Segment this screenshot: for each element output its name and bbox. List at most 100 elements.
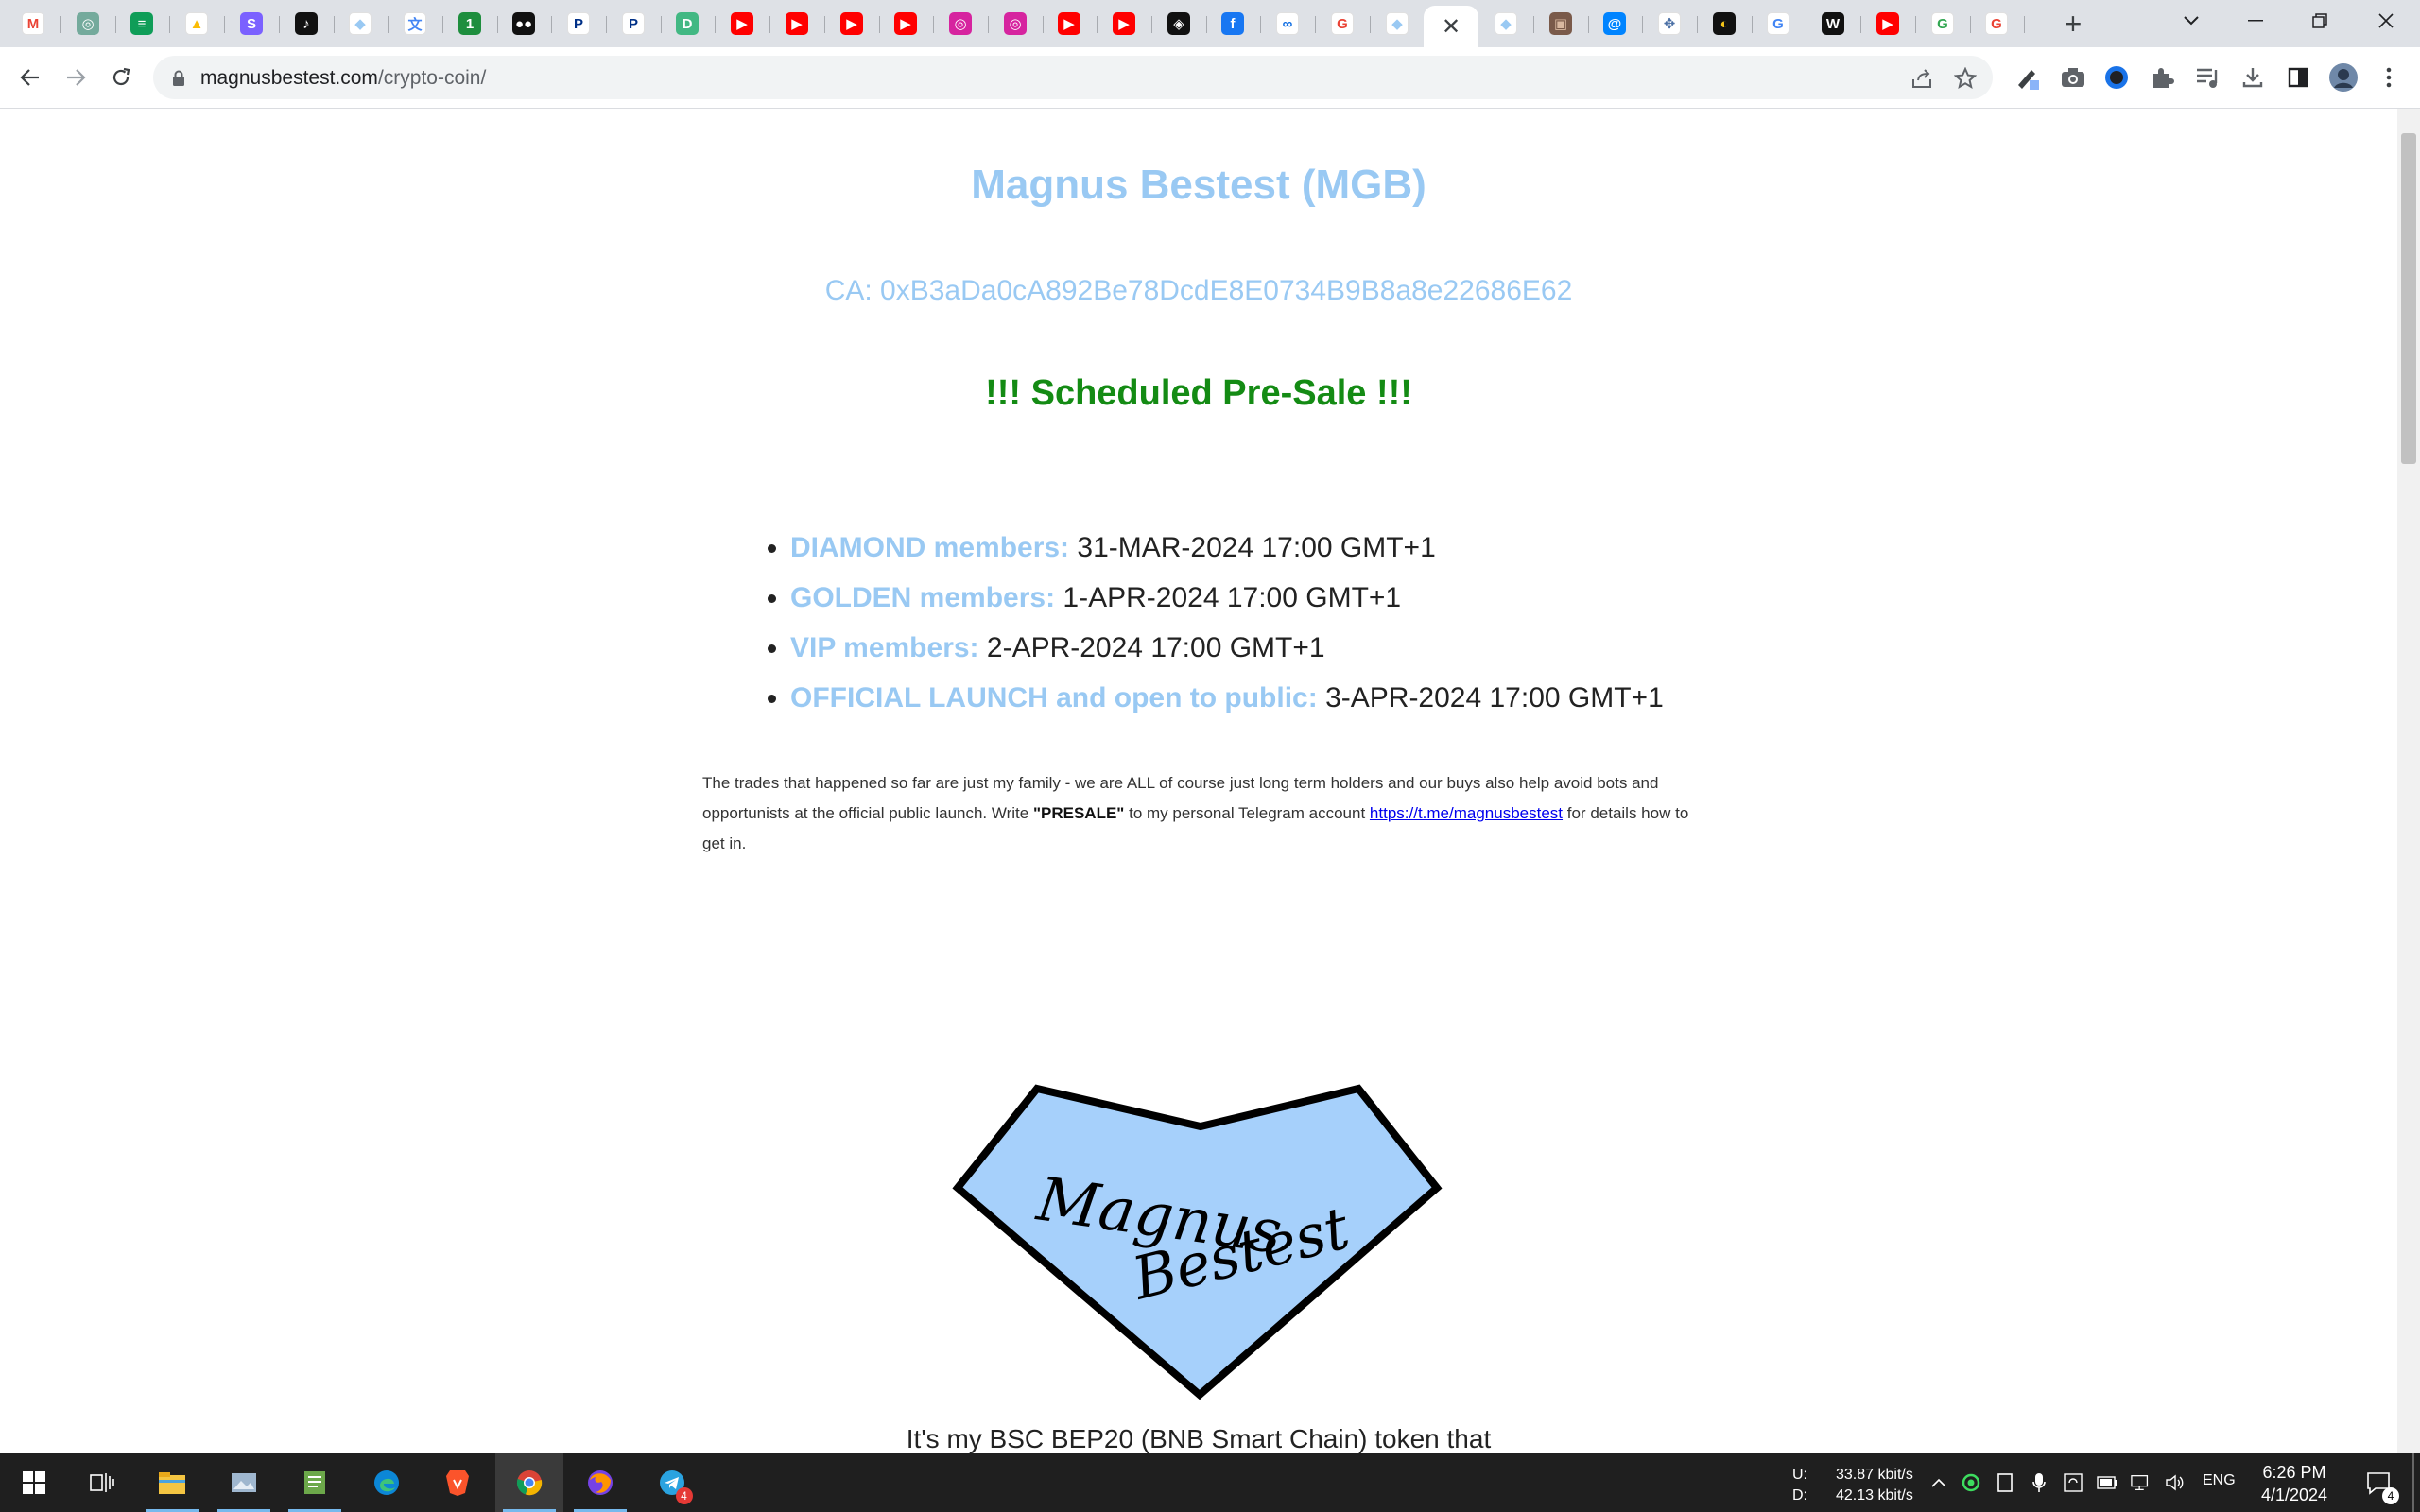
image-viewer-icon	[230, 1470, 258, 1495]
circle-extension-icon[interactable]	[2100, 61, 2133, 94]
browser-tab[interactable]: ▶	[1860, 6, 1916, 42]
bookmark-star-icon[interactable]	[1953, 66, 1978, 91]
browser-tab[interactable]: ◆	[1370, 6, 1426, 42]
browser-tab[interactable]: ▶	[1097, 6, 1152, 42]
telegram-link[interactable]: https://t.me/magnusbestest	[1370, 804, 1563, 822]
new-tab-button[interactable]: +	[2057, 7, 2089, 41]
file-explorer-taskbar-button[interactable]	[138, 1453, 206, 1512]
action-center-button[interactable]: 4	[2352, 1453, 2405, 1512]
browser-tab[interactable]: ♪	[279, 6, 335, 42]
more-menu-icon[interactable]	[2373, 61, 2405, 94]
status-ring-icon[interactable]	[1961, 1472, 1981, 1493]
lock-icon[interactable]	[166, 66, 191, 91]
restore-button[interactable]	[2288, 0, 2352, 42]
browser-tab[interactable]: S	[224, 6, 280, 42]
extensions-puzzle-icon[interactable]	[2146, 61, 2178, 94]
browser-tab[interactable]: ✥	[1642, 6, 1698, 42]
minimize-button[interactable]	[2223, 0, 2288, 42]
file-explorer-icon	[158, 1470, 186, 1495]
language-indicator[interactable]: ENG	[2203, 1472, 2236, 1489]
browser-tab[interactable]: 1	[442, 6, 498, 42]
volume-icon[interactable]	[2165, 1472, 2186, 1493]
edge-taskbar-button[interactable]	[353, 1453, 421, 1512]
presale-heading: !!! Scheduled Pre-Sale !!!	[985, 373, 1412, 413]
browser-tab[interactable]: ▲	[169, 6, 225, 42]
browser-tab[interactable]: ▶	[769, 6, 825, 42]
brave-taskbar-button[interactable]	[424, 1453, 492, 1512]
note-bold: "PRESALE"	[1032, 804, 1125, 822]
browser-tab[interactable]: ◐	[1697, 6, 1753, 42]
browser-tab[interactable]: ▶	[1042, 6, 1098, 42]
close-window-button[interactable]	[2354, 0, 2418, 42]
gmail-icon: M	[22, 12, 44, 35]
browser-tab[interactable]: G	[1751, 6, 1806, 42]
browser-tab[interactable]: ◆	[1478, 6, 1534, 42]
youtube-icon: ▶	[786, 12, 808, 35]
browser-tab[interactable]: ◎	[60, 6, 116, 42]
browser-tab[interactable]: ◎	[933, 6, 989, 42]
browser-tab[interactable]: P	[606, 6, 662, 42]
download-icon[interactable]	[2237, 61, 2269, 94]
browser-tab[interactable]: D	[660, 6, 716, 42]
browser-tab[interactable]: 文	[388, 6, 443, 42]
task-view-button[interactable]	[68, 1453, 136, 1512]
share-icon[interactable]	[1910, 66, 1934, 91]
browser-tab[interactable]: ▣	[1533, 6, 1589, 42]
google-icon: G	[1931, 12, 1954, 35]
camera-icon[interactable]	[2057, 61, 2089, 94]
close-icon[interactable]: ✕	[1442, 13, 1461, 41]
scrollbar-thumb[interactable]	[2401, 133, 2416, 464]
network-icon[interactable]	[2131, 1472, 2152, 1493]
intro-text: It's my BSC BEP20 (BNB Smart Chain) toke…	[906, 1424, 1492, 1453]
browser-tab[interactable]: P	[551, 6, 607, 42]
chrome-taskbar-button[interactable]	[494, 1453, 563, 1512]
image-viewer-taskbar-button[interactable]	[210, 1453, 278, 1512]
download-speed: 42.13 kbit/s	[1836, 1487, 1913, 1503]
show-desktop-button[interactable]	[2412, 1453, 2414, 1512]
youtube-icon: ▶	[894, 12, 917, 35]
reload-icon	[112, 67, 130, 86]
chevron-up-icon[interactable]	[1928, 1472, 1949, 1493]
browser-tab[interactable]: ▶	[715, 6, 770, 42]
browser-tab[interactable]: ◈	[1151, 6, 1207, 42]
browser-tab[interactable]: f	[1205, 6, 1261, 42]
browser-tab[interactable]: G	[1969, 6, 2025, 42]
back-button[interactable]	[13, 60, 47, 94]
microphone-icon[interactable]	[2029, 1472, 2049, 1493]
browser-tab[interactable]: ▶	[878, 6, 934, 42]
tablet-icon[interactable]	[1995, 1472, 2015, 1493]
tab-active[interactable]: ✕	[1424, 6, 1478, 47]
browser-tab[interactable]: ◎	[988, 6, 1044, 42]
schedule-date: 3-APR-2024 17:00 GMT+1	[1325, 682, 1664, 713]
media-queue-icon[interactable]	[2191, 61, 2223, 94]
refresh-tray-icon[interactable]	[2063, 1472, 2083, 1493]
google-icon: G	[1985, 12, 2008, 35]
browser-tab[interactable]: G	[1915, 6, 1971, 42]
browser-tab[interactable]: W	[1806, 6, 1861, 42]
tab-search-button[interactable]	[2159, 0, 2223, 42]
address-bar[interactable]: magnusbestest.com/crypto-coin/	[153, 56, 1993, 99]
browser-tab[interactable]: ▶	[824, 6, 880, 42]
browser-tab[interactable]: @	[1587, 6, 1643, 42]
pen-extension-icon[interactable]	[2012, 61, 2044, 94]
url-text[interactable]: magnusbestest.com/crypto-coin/	[200, 67, 486, 90]
clock[interactable]: 6:26 PM 4/1/2024	[2242, 1461, 2346, 1506]
browser-tab[interactable]: M	[6, 6, 61, 42]
side-panel-icon[interactable]	[2282, 61, 2314, 94]
notepad-taskbar-button[interactable]	[281, 1453, 349, 1512]
browser-tab[interactable]: ∞	[1260, 6, 1316, 42]
browser-tab[interactable]: G	[1315, 6, 1371, 42]
browser-tab[interactable]: ≡	[114, 6, 170, 42]
list-item: DIAMOND members: 31-MAR-2024 17:00 GMT+1	[790, 523, 1664, 573]
telegram-taskbar-button[interactable]: 4	[638, 1453, 706, 1512]
page-scrollbar[interactable]	[2397, 109, 2420, 1453]
battery-icon[interactable]	[2097, 1472, 2118, 1493]
task-view-icon	[90, 1473, 114, 1492]
profile-avatar[interactable]	[2327, 61, 2360, 94]
browser-tab[interactable]: ◆	[333, 6, 389, 42]
start-button[interactable]	[0, 1453, 68, 1512]
reload-button[interactable]	[104, 60, 138, 94]
browser-tab[interactable]: ●●	[496, 6, 552, 42]
forward-button[interactable]	[59, 60, 93, 94]
firefox-taskbar-button[interactable]	[566, 1453, 634, 1512]
